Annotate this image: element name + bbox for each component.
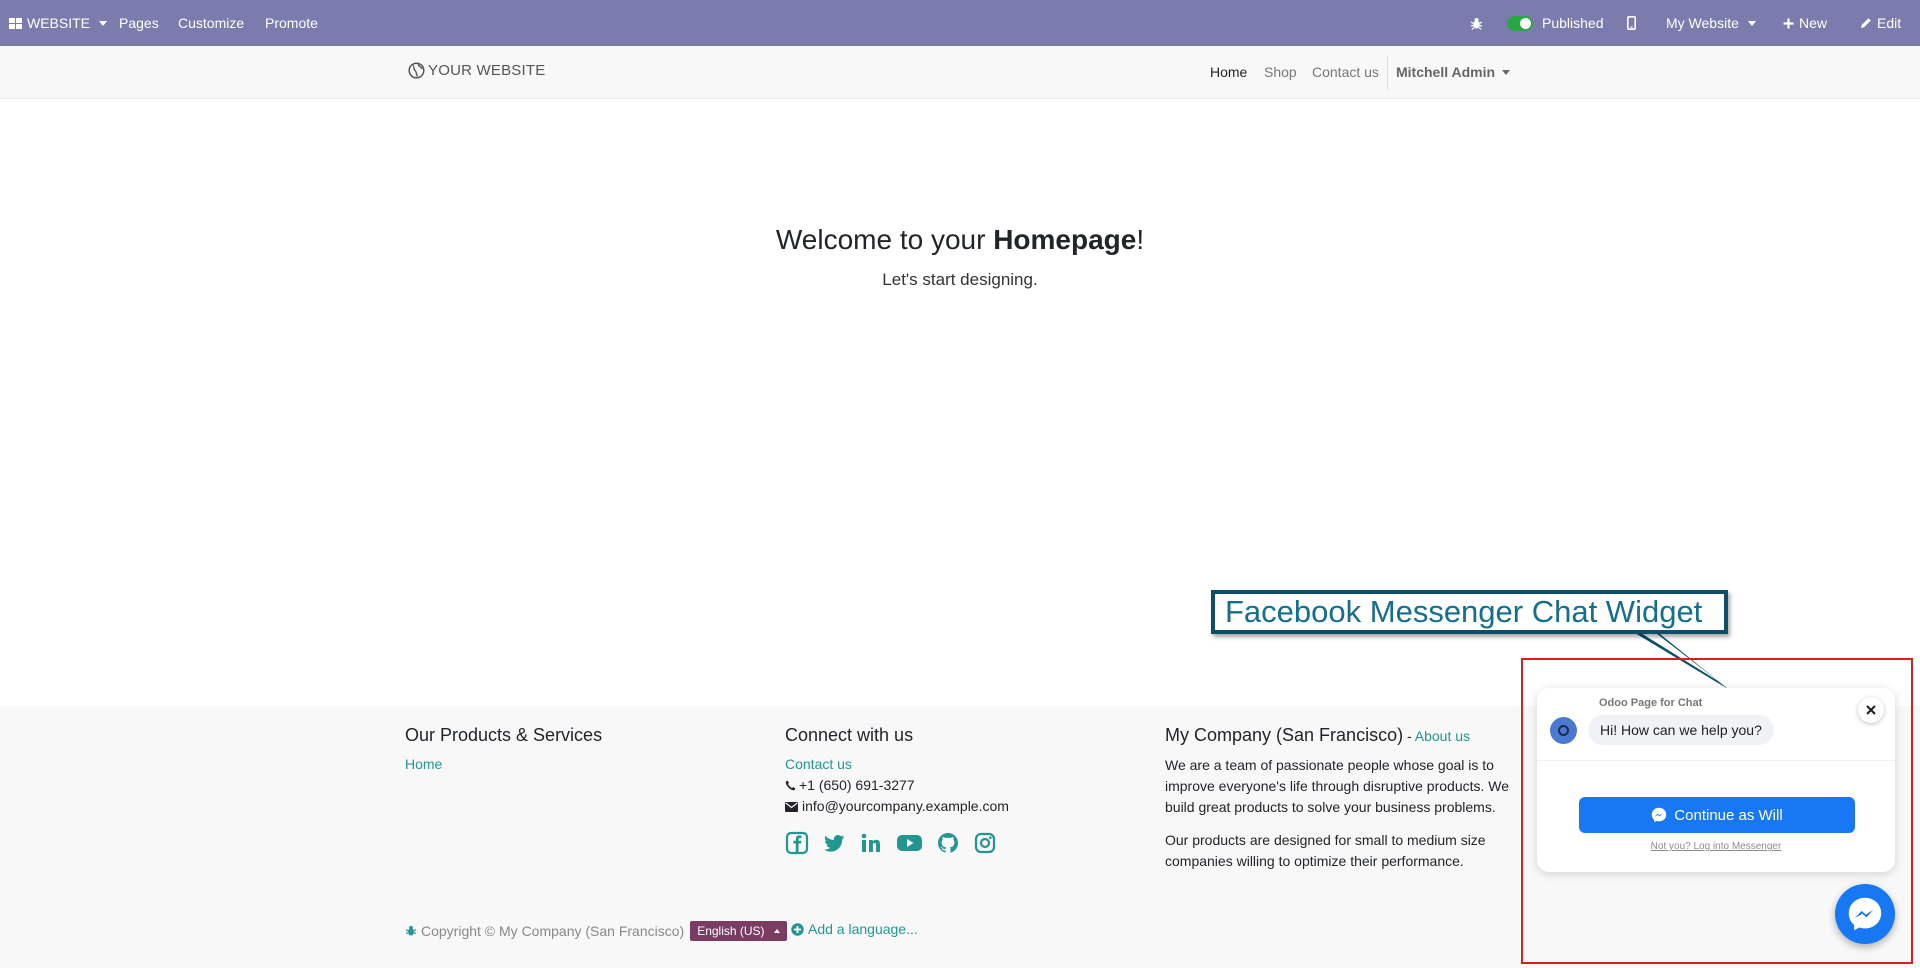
apps-grid-icon xyxy=(9,17,22,29)
footer-phone: +1 (650) 691-3277 xyxy=(785,775,1145,796)
company-products-description: Our products are designed for small to m… xyxy=(1165,832,1486,869)
log-into-messenger-link[interactable]: Not you? Log into Messenger xyxy=(1537,841,1895,852)
social-links xyxy=(785,831,1145,855)
footer-products-column: Our Products & Services Home xyxy=(405,724,765,775)
footer-phone-text: +1 (650) 691-3277 xyxy=(799,777,915,793)
plus-icon xyxy=(1783,18,1794,28)
menu-customize[interactable]: Customize xyxy=(178,0,244,46)
facebook-icon[interactable] xyxy=(785,831,809,855)
pencil-icon xyxy=(1861,18,1871,28)
menu-promote[interactable]: Promote xyxy=(265,0,318,46)
close-chat-button[interactable] xyxy=(1858,697,1884,723)
app-menu-label: WEBSITE xyxy=(27,15,91,31)
add-language-link[interactable]: Add a language... xyxy=(791,921,918,937)
plus-circle-icon xyxy=(791,922,804,936)
bug-icon xyxy=(1470,17,1483,30)
chevron-down-icon xyxy=(1747,20,1756,26)
app-menu-button[interactable]: WEBSITE xyxy=(9,0,108,46)
website-switcher-label: My Website xyxy=(1666,15,1739,31)
footer-email-text: info@yourcompany.example.com xyxy=(802,798,1009,814)
copyright: Copyright © My Company (San Francisco) E… xyxy=(405,921,787,941)
envelope-icon xyxy=(785,801,798,812)
site-header: YOUR WEBSITE Home Shop Contact us Mitche… xyxy=(0,46,1920,99)
page-avatar xyxy=(1550,717,1577,744)
continue-as-label: Continue as Will xyxy=(1674,806,1783,824)
messenger-divider xyxy=(1537,760,1895,761)
add-language-label: Add a language... xyxy=(808,921,918,937)
hero-title-suffix: ! xyxy=(1136,224,1145,255)
about-us-link[interactable]: About us xyxy=(1415,728,1470,744)
footer-home-link[interactable]: Home xyxy=(405,756,442,772)
messenger-icon xyxy=(1848,897,1882,931)
toggle-switch xyxy=(1507,15,1533,31)
edit-label: Edit xyxy=(1877,15,1902,31)
twitter-icon[interactable] xyxy=(822,831,846,855)
menu-promote-label: Promote xyxy=(265,15,318,31)
nav-item-shop[interactable]: Shop xyxy=(1264,64,1297,80)
messenger-launcher-button[interactable] xyxy=(1835,884,1895,944)
company-name: My Company (San Francisco) xyxy=(1165,725,1404,745)
nav-item-home[interactable]: Home xyxy=(1210,64,1247,80)
footer-products-title: Our Products & Services xyxy=(405,725,603,745)
chevron-down-icon xyxy=(99,20,108,26)
website-admin-bar: WEBSITE Pages Customize Promote Publishe… xyxy=(0,0,1920,46)
messenger-chat-card: Odoo Page for Chat Hi! How can we help y… xyxy=(1537,688,1895,872)
menu-pages[interactable]: Pages xyxy=(119,0,159,46)
messenger-icon xyxy=(1652,807,1667,823)
close-icon xyxy=(1866,705,1876,715)
copyright-text: Copyright © My Company (San Francisco) xyxy=(421,923,685,939)
hero-title-prefix: Welcome to your xyxy=(775,224,994,255)
website-switcher[interactable]: My Website xyxy=(1666,0,1756,46)
linkedin-icon[interactable] xyxy=(859,831,883,855)
greeting-bubble: Hi! How can we help you? xyxy=(1588,715,1774,745)
footer-contact-link[interactable]: Contact us xyxy=(785,756,852,772)
language-label: English (US) xyxy=(697,924,765,938)
hero-subtitle: Let's start designing. xyxy=(882,270,1038,289)
hero-title-bold: Homepage xyxy=(993,224,1137,255)
company-description: We are a team of passionate people whose… xyxy=(1165,757,1510,815)
youtube-icon[interactable] xyxy=(896,831,923,855)
hero-title: Welcome to your Homepage! xyxy=(0,224,1920,256)
debug-button[interactable] xyxy=(1470,0,1483,46)
instagram-icon[interactable] xyxy=(973,831,997,855)
menu-customize-label: Customize xyxy=(178,15,245,31)
footer-connect-title: Connect with us xyxy=(785,725,914,745)
mobile-phone-icon xyxy=(1627,16,1636,30)
user-name: Mitchell Admin xyxy=(1396,64,1496,80)
menu-pages-label: Pages xyxy=(119,15,159,31)
phone-icon xyxy=(785,780,796,791)
footer-email: info@yourcompany.example.com xyxy=(785,796,1145,817)
messenger-page-name: Odoo Page for Chat xyxy=(1599,697,1703,709)
publish-toggle[interactable]: Published xyxy=(1507,0,1604,46)
new-label: New xyxy=(1799,15,1828,31)
published-label: Published xyxy=(1542,15,1604,31)
new-content-button[interactable]: New xyxy=(1783,0,1827,46)
user-menu[interactable]: Mitchell Admin xyxy=(1396,64,1511,80)
footer-company-title: My Company (San Francisco) - About us xyxy=(1165,724,1520,747)
github-icon[interactable] xyxy=(936,831,960,855)
language-selector[interactable]: English (US) xyxy=(690,921,787,941)
edit-button[interactable]: Edit xyxy=(1860,0,1901,46)
title-separator: - xyxy=(1403,728,1415,744)
messenger-greeting-area: Odoo Page for Chat Hi! How can we help y… xyxy=(1537,688,1895,760)
caret-up-icon xyxy=(773,929,780,933)
odoo-logo-icon xyxy=(1558,725,1569,736)
mobile-preview-button[interactable] xyxy=(1627,0,1636,46)
nav-item-contact-us[interactable]: Contact us xyxy=(1312,64,1379,80)
bug-icon[interactable] xyxy=(405,925,417,937)
site-logo[interactable]: YOUR WEBSITE xyxy=(408,62,545,79)
annotation-label: Facebook Messenger Chat Widget xyxy=(1225,594,1703,629)
footer-connect-column: Connect with us Contact us +1 (650) 691-… xyxy=(785,724,1145,855)
annotation-callout: Facebook Messenger Chat Widget xyxy=(1211,590,1728,634)
footer-company-column: My Company (San Francisco) - About us We… xyxy=(1165,724,1520,872)
globe-icon xyxy=(408,62,425,79)
site-logo-text: YOUR WEBSITE xyxy=(428,62,546,79)
nav-divider xyxy=(1387,56,1388,90)
chevron-down-icon xyxy=(1502,69,1511,75)
continue-as-button[interactable]: Continue as Will xyxy=(1579,797,1855,833)
